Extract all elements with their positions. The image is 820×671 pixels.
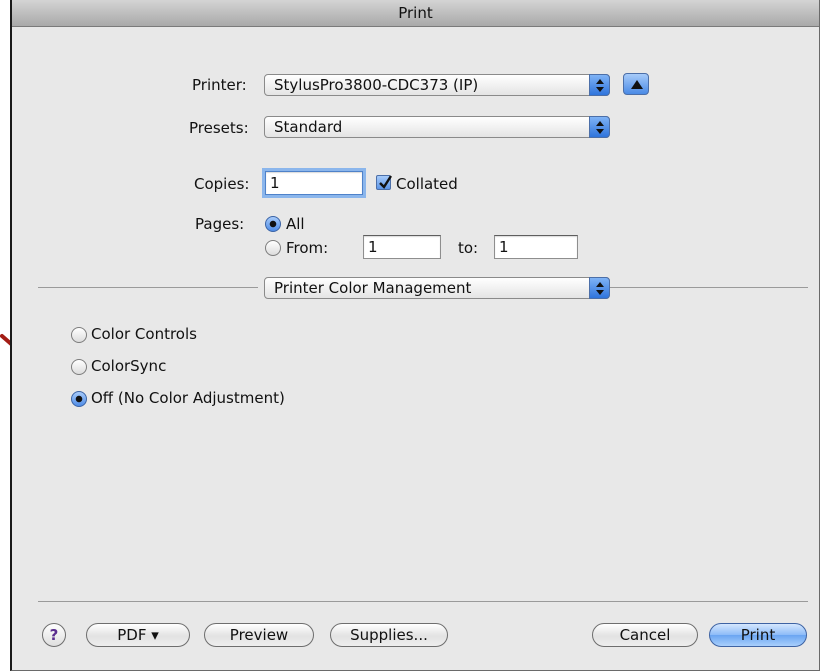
pages-all-radio[interactable] [265,216,281,232]
color-off-radio[interactable] [71,391,87,407]
section-popup[interactable]: Printer Color Management [264,277,610,299]
printer-value: StylusPro3800-CDC373 (IP) [274,76,479,94]
pages-to-input[interactable]: 1 [494,235,578,259]
print-button[interactable]: Print [709,623,807,647]
section-value: Printer Color Management [274,279,472,297]
presets-label: Presets: [189,119,249,137]
pages-all-label: All [286,215,305,233]
pages-to-label: to: [458,239,479,257]
print-dialog: Print Printer: StylusPro3800-CDC373 (IP)… [10,0,820,671]
window-title: Print [12,0,819,27]
supplies-button[interactable]: Supplies... [330,623,448,647]
up-down-arrows-icon [589,116,610,138]
pages-from-label: From: [286,239,329,257]
color-controls-radio[interactable] [71,327,87,343]
printer-popup[interactable]: StylusPro3800-CDC373 (IP) [264,74,610,96]
color-controls-label: Color Controls [91,325,197,343]
triangle-up-icon [631,80,643,89]
copies-input[interactable]: 1 [265,171,363,195]
pages-from-input[interactable]: 1 [363,235,441,259]
presets-value: Standard [274,118,343,136]
footer-divider [38,601,808,602]
help-button[interactable]: ? [42,623,66,647]
collated-label: Collated [396,175,458,193]
section-divider-left [38,287,258,288]
up-down-arrows-icon [589,277,610,299]
colorsync-label: ColorSync [91,357,167,375]
presets-popup[interactable]: Standard [264,116,610,138]
pages-from-radio[interactable] [265,240,281,256]
collated-checkbox[interactable] [376,175,392,190]
disclosure-button[interactable] [623,73,649,95]
section-divider-right [610,287,808,288]
pdf-button[interactable]: PDF ▾ [86,623,190,647]
colorsync-radio[interactable] [71,359,87,375]
up-down-arrows-icon [589,74,610,96]
preview-button[interactable]: Preview [204,623,314,647]
copies-label: Copies: [194,175,250,193]
checkmark-icon [379,175,392,189]
pages-label: Pages: [195,215,245,233]
printer-label: Printer: [192,76,247,94]
cancel-button[interactable]: Cancel [592,623,698,647]
color-off-label: Off (No Color Adjustment) [91,389,285,407]
